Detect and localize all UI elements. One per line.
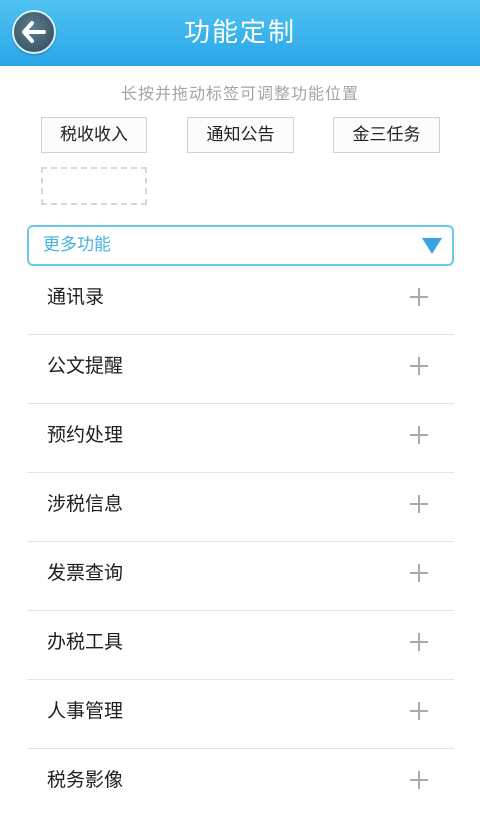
page-title: 功能定制	[183, 18, 296, 48]
plus-icon[interactable]	[410, 288, 428, 306]
empty-tag-slot[interactable]	[41, 167, 147, 205]
function-list: 通讯录 公文提醒 预约处理 涉税信息 发票查询 办税工具 人事管理 税务影像	[27, 266, 454, 817]
plus-icon[interactable]	[410, 633, 428, 651]
list-item-label: 税务影像	[47, 769, 124, 791]
plus-icon[interactable]	[410, 702, 428, 720]
list-item-tax-tools[interactable]: 办税工具	[27, 611, 454, 680]
list-item-contacts[interactable]: 通讯录	[27, 266, 454, 335]
list-item-appointment[interactable]: 预约处理	[27, 404, 454, 473]
drag-hint-text: 长按并拖动标签可调整功能位置	[120, 84, 359, 103]
header-bar: 功能定制	[0, 0, 480, 66]
list-item-document-reminder[interactable]: 公文提醒	[27, 335, 454, 404]
plus-icon[interactable]	[410, 771, 428, 789]
list-item-label: 办税工具	[47, 631, 124, 653]
list-item-label: 涉税信息	[47, 493, 124, 515]
more-functions-dropdown[interactable]: 更多功能	[27, 225, 454, 266]
list-item-invoice-query[interactable]: 发票查询	[27, 542, 454, 611]
plus-icon[interactable]	[410, 357, 428, 375]
back-arrow-icon	[22, 21, 46, 43]
plus-icon[interactable]	[410, 564, 428, 582]
plus-icon[interactable]	[410, 426, 428, 444]
list-item-label: 预约处理	[47, 424, 124, 446]
list-item-label: 公文提醒	[47, 355, 124, 377]
list-item-hr-management[interactable]: 人事管理	[27, 680, 454, 749]
list-item-tax-imaging[interactable]: 税务影像	[27, 749, 454, 817]
list-item-label: 人事管理	[47, 700, 124, 722]
tag-notice[interactable]: 通知公告	[187, 117, 294, 153]
dropdown-triangle-icon	[422, 238, 442, 254]
list-item-label: 通讯录	[47, 286, 105, 308]
more-functions-label: 更多功能	[43, 235, 111, 255]
plus-icon[interactable]	[410, 495, 428, 513]
back-button[interactable]	[12, 10, 56, 54]
tag-jinsan-task[interactable]: 金三任务	[333, 117, 440, 153]
tag-tax-revenue[interactable]: 税收收入	[41, 117, 147, 153]
list-item-tax-info[interactable]: 涉税信息	[27, 473, 454, 542]
list-item-label: 发票查询	[47, 562, 124, 584]
